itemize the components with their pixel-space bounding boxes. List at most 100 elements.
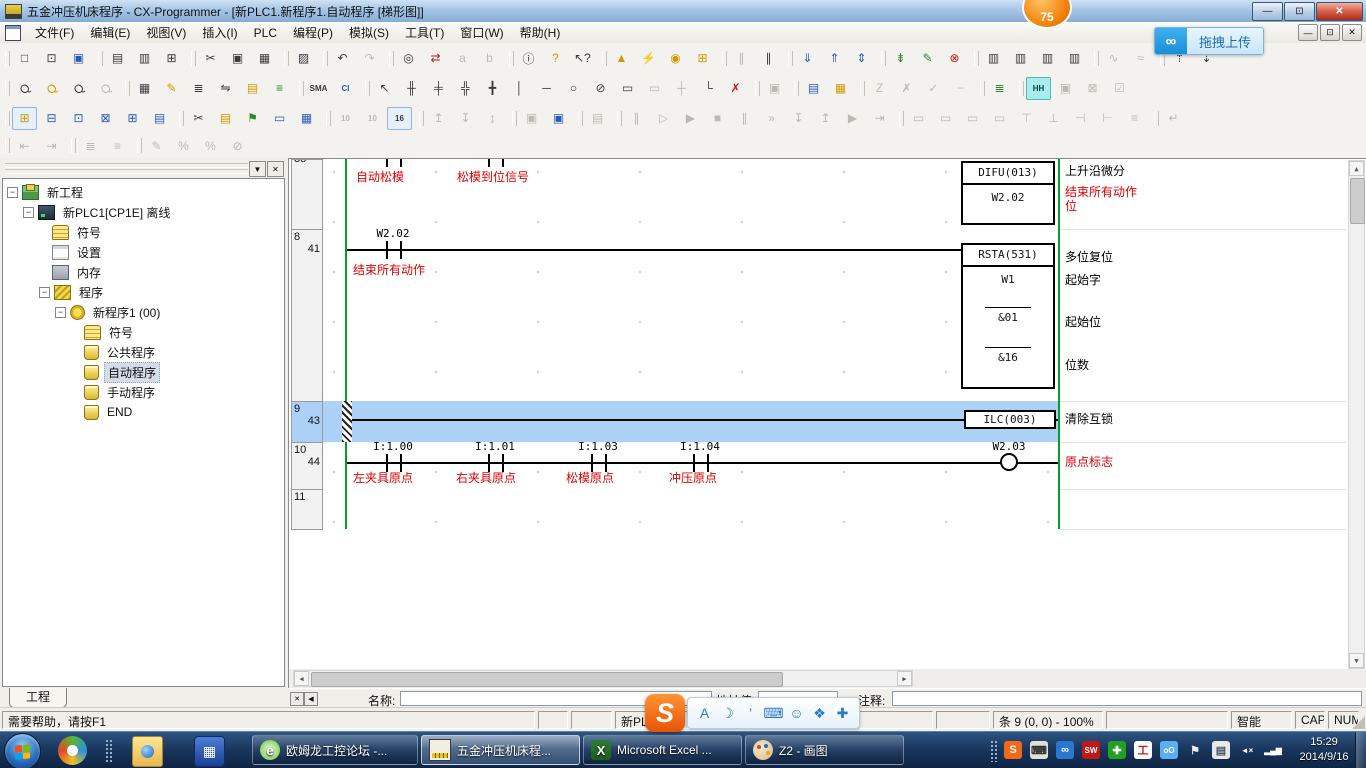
contact-address[interactable]: W2.02 <box>363 227 423 240</box>
cross-reference-window-button[interactable]: ⊠ <box>93 107 118 130</box>
horizontal-tool[interactable]: ─ <box>534 77 559 100</box>
style-button[interactable]: ✎ <box>144 134 169 157</box>
pause-monitor-button[interactable]: ∥ <box>756 47 781 70</box>
time-chart-button[interactable]: ∿ <box>1101 47 1126 70</box>
mdi-minimize-button[interactable]: — <box>1298 24 1318 41</box>
solidworks-icon[interactable]: SW <box>1082 741 1100 759</box>
ime-moon-icon[interactable]: ☽ <box>716 705 739 722</box>
scroll-up-button[interactable]: ▲ <box>1349 161 1364 176</box>
auto-online-button[interactable]: ⚡ <box>636 47 661 70</box>
menu-item-2[interactable]: 视图(V) <box>138 24 194 42</box>
contact-address[interactable]: I:1.04 <box>670 440 730 453</box>
explorer-icon[interactable] <box>132 736 163 767</box>
messenger-icon[interactable]: oO <box>1160 741 1178 759</box>
force-reset-button[interactable]: ↧ <box>453 107 478 130</box>
delete-line-tool[interactable]: ✗ <box>723 77 748 100</box>
watch-window-toggle[interactable]: ⊡ <box>66 107 91 130</box>
compare-with-plc-button[interactable]: ⇕ <box>849 47 874 70</box>
trace-memory-button[interactable]: ▥ <box>1062 47 1087 70</box>
transfer-options-button[interactable]: ⇟ <box>888 47 913 70</box>
coil-tool[interactable]: ○ <box>561 77 586 100</box>
replace-button[interactable]: ⇄ <box>423 47 448 70</box>
download-to-plc-button[interactable]: ⇓ <box>795 47 820 70</box>
drag-upload-button[interactable]: ∞ 拖拽上传 <box>1154 27 1264 55</box>
network-icon[interactable]: ▂▄▆ <box>1264 741 1282 759</box>
tree-item-plc1[interactable]: −新PLC1[CP1E] 离线 <box>3 202 284 222</box>
taskbar-button-1[interactable]: 五金冲压机床程... <box>421 735 580 765</box>
closed-coil-tool[interactable]: ⊘ <box>588 77 613 100</box>
expand-toggle[interactable]: − <box>39 287 50 298</box>
comment-input[interactable] <box>892 691 1362 706</box>
tree-item-memory[interactable]: 内存 <box>3 262 284 282</box>
start-button[interactable] <box>4 733 41 768</box>
rung-margin-11[interactable]: 11 <box>291 489 323 530</box>
find-symbol-button[interactable]: b <box>477 47 502 70</box>
tree-item-new-project[interactable]: −新工程 <box>3 182 284 202</box>
output-window-button[interactable]: ⊟ <box>39 107 64 130</box>
resize-grip[interactable] <box>1352 716 1365 729</box>
rung-margin-8[interactable]: 8 41 <box>291 229 323 402</box>
scroll-left-button[interactable]: ◀ <box>294 671 309 686</box>
expansion-tool[interactable]: ┼ <box>669 77 694 100</box>
tree-item-settings[interactable]: 设置 <box>3 242 284 262</box>
clear-style-button[interactable]: ⊘ <box>225 134 250 157</box>
rung-margin-9[interactable]: 9 43 <box>291 401 323 443</box>
tree-item-auto-section[interactable]: 自动程序 <box>3 362 284 382</box>
browser-360-icon[interactable] <box>58 736 87 765</box>
compile-button[interactable]: ▤ <box>105 47 130 70</box>
monitor-hex-button[interactable]: 16 <box>387 107 412 130</box>
menu-item-4[interactable]: PLC <box>246 24 285 42</box>
step-out-button[interactable]: ↥ <box>813 107 838 130</box>
properties-window-button[interactable]: ▤ <box>147 107 172 130</box>
pause-button[interactable]: ∥ <box>729 47 754 70</box>
close-button[interactable]: ✕ <box>1316 2 1363 21</box>
rung-comment-box-button[interactable]: ▭ <box>906 107 931 130</box>
workspace-button[interactable]: ⊞ <box>12 107 37 130</box>
cloud-disk-icon[interactable]: ∞ <box>1056 741 1074 759</box>
symbol-info-button[interactable]: ≣ <box>987 77 1012 100</box>
workspace-toolbar[interactable]: ▼ ✕ <box>0 158 288 178</box>
info-button[interactable]: ⓘ <box>516 47 541 70</box>
scan-run-button[interactable]: ⇥ <box>867 107 892 130</box>
data-memory-button[interactable]: ▥ <box>1035 47 1060 70</box>
menu-item-6[interactable]: 模拟(S) <box>341 24 397 42</box>
close-icon[interactable]: ✕ <box>267 161 284 177</box>
menu-item-5[interactable]: 编程(P) <box>285 24 341 42</box>
line-tool[interactable]: └ <box>696 77 721 100</box>
tab-project[interactable]: 工程 <box>9 688 67 708</box>
ime-mode-icon[interactable]: A <box>693 705 716 721</box>
scroll-down-button[interactable]: ▼ <box>1349 653 1364 668</box>
sogou-tray-icon[interactable]: S <box>1004 741 1022 759</box>
run-button[interactable]: ▶ <box>678 107 703 130</box>
immediate-refresh-button[interactable]: ▣ <box>762 77 787 100</box>
force-pane-button[interactable]: ⊠ <box>1080 77 1105 100</box>
help-button[interactable]: ? <box>543 47 568 70</box>
align-bottom-button[interactable]: ⊥ <box>1041 107 1066 130</box>
contact-address[interactable]: I:1.03 <box>568 440 628 453</box>
mdi-restore-button[interactable]: ⊡ <box>1320 24 1340 41</box>
pin-comment-button[interactable]: ▭ <box>987 107 1012 130</box>
monitor-button[interactable]: ◉ <box>663 47 688 70</box>
tree-item-program1-symbols[interactable]: 符号 <box>3 322 284 342</box>
grid-button[interactable]: ▦ <box>132 77 157 100</box>
horizontal-scroll-thumb[interactable] <box>311 672 783 687</box>
force-cancel-button[interactable]: ↨ <box>480 107 505 130</box>
address-reference-window-button[interactable]: ⊞ <box>120 107 145 130</box>
horizontal-scrollbar[interactable]: ◀ ▶ <box>293 670 913 687</box>
instruction-box-difu[interactable]: DIFU(013) W2.02 <box>961 161 1055 225</box>
instruction-operand[interactable]: W2.02 <box>963 191 1053 204</box>
expand-toggle[interactable]: − <box>55 307 66 318</box>
select-tool[interactable]: ↖ <box>372 77 397 100</box>
instruction-tool[interactable]: ▭ <box>615 77 640 100</box>
vertical-tool[interactable]: │ <box>507 77 532 100</box>
media-player-icon[interactable]: ▦ <box>194 736 225 767</box>
mdi-close-button[interactable]: ✕ <box>1342 24 1362 41</box>
ime-keyboard-icon[interactable]: ⌨ <box>762 705 785 722</box>
tree-item-symbols[interactable]: 符号 <box>3 222 284 242</box>
minimize-button[interactable]: — <box>1252 2 1283 21</box>
context-help-button[interactable]: ↖? <box>570 47 595 70</box>
rung-margin-10[interactable]: 10 44 <box>291 442 323 490</box>
address-tool-button[interactable]: SMA <box>306 77 331 100</box>
new-button[interactable]: □ <box>12 47 37 70</box>
taskbar-grip[interactable] <box>105 739 113 763</box>
